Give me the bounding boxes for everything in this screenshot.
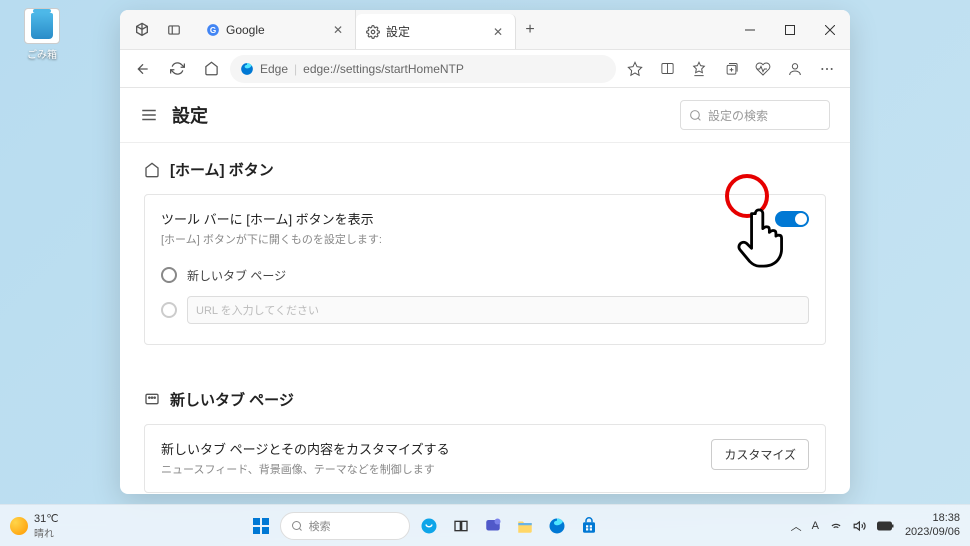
copilot-icon[interactable]: [416, 513, 442, 539]
weather-icon: [10, 517, 28, 535]
tab-google[interactable]: G Google ✕: [196, 10, 356, 49]
wifi-icon[interactable]: [829, 519, 843, 533]
taskbar: 31℃ 晴れ 検索 ︿ A 18:38 2023/09/06: [0, 504, 970, 546]
collections-button[interactable]: [716, 54, 746, 84]
radio-icon: [161, 302, 177, 318]
back-button[interactable]: [128, 54, 158, 84]
clock[interactable]: 18:38 2023/09/06: [905, 512, 960, 538]
show-home-button-toggle[interactable]: [775, 211, 809, 227]
newtab-icon: [144, 391, 160, 407]
volume-icon[interactable]: [853, 519, 867, 533]
weather-cond: 晴れ: [34, 525, 59, 540]
url-prefix: Edge: [260, 62, 288, 76]
task-view-icon[interactable]: [448, 513, 474, 539]
more-button[interactable]: [812, 54, 842, 84]
recycle-bin-icon: [24, 8, 60, 44]
home-button[interactable]: [196, 54, 226, 84]
google-favicon: G: [206, 23, 220, 37]
close-tab-icon[interactable]: ✕: [331, 23, 345, 37]
show-home-toggle-title: ツール バーに [ホーム] ボタンを表示: [161, 209, 763, 228]
settings-content: 設定 設定の検索 [ホーム] ボタン ツール バーに [ホーム] ボタンを表示 …: [120, 88, 850, 494]
split-screen-button[interactable]: [652, 54, 682, 84]
browser-window: G Google ✕ 設定 ✕ + Edge | edge://settings…: [120, 10, 850, 494]
favorite-button[interactable]: [620, 54, 650, 84]
settings-header: 設定 設定の検索: [120, 88, 850, 143]
ime-indicator[interactable]: A: [812, 520, 819, 532]
tab-title: Google: [226, 23, 325, 37]
favorites-list-button[interactable]: [684, 54, 714, 84]
customize-newtab-desc: ニュースフィード、背景画像、テーマなどを制御します: [161, 462, 699, 479]
settings-search-input[interactable]: 設定の検索: [680, 100, 830, 130]
customize-button[interactable]: カスタマイズ: [711, 439, 809, 470]
radio-new-tab-page[interactable]: 新しいタブ ページ: [161, 261, 809, 290]
weather-widget[interactable]: 31℃ 晴れ: [10, 512, 59, 540]
section-heading: 新しいタブ ページ: [170, 389, 294, 410]
explorer-icon[interactable]: [512, 513, 538, 539]
section-home-button: [ホーム] ボタン ツール バーに [ホーム] ボタンを表示 [ホーム] ボタン…: [120, 143, 850, 373]
minimize-button[interactable]: [730, 10, 770, 50]
start-button[interactable]: [248, 513, 274, 539]
tray-chevron-icon[interactable]: ︿: [791, 518, 802, 534]
tab-settings[interactable]: 設定 ✕: [356, 14, 516, 49]
battery-icon[interactable]: [877, 520, 895, 532]
search-icon: [291, 520, 303, 532]
gear-icon: [366, 25, 380, 39]
recycle-bin[interactable]: ごみ箱: [24, 8, 60, 61]
maximize-button[interactable]: [770, 10, 810, 50]
taskbar-search-input[interactable]: 検索: [280, 512, 410, 540]
tab-actions-icon[interactable]: [160, 16, 188, 44]
titlebar: G Google ✕ 設定 ✕ +: [120, 10, 850, 50]
svg-text:G: G: [210, 25, 216, 34]
tab-title: 設定: [386, 23, 485, 40]
section-new-tab-page: 新しいタブ ページ 新しいタブ ページとその内容をカスタマイズする ニュースフィ…: [120, 373, 850, 495]
new-tab-button[interactable]: +: [516, 10, 544, 49]
radio-custom-url[interactable]: URL を入力してください: [161, 290, 809, 330]
address-bar: Edge | edge://settings/startHomeNTP: [120, 50, 850, 88]
close-window-button[interactable]: [810, 10, 850, 50]
workspace-icon[interactable]: [128, 16, 156, 44]
home-icon: [144, 162, 160, 178]
customize-newtab-title: 新しいタブ ページとその内容をカスタマイズする: [161, 439, 699, 458]
weather-temp: 31℃: [34, 512, 59, 525]
close-tab-icon[interactable]: ✕: [491, 25, 505, 39]
page-title: 設定: [172, 102, 680, 128]
recycle-bin-label: ごみ箱: [24, 46, 60, 61]
home-url-input[interactable]: URL を入力してください: [187, 296, 809, 324]
section-heading: [ホーム] ボタン: [170, 159, 274, 180]
edge-taskbar-icon[interactable]: [544, 513, 570, 539]
browser-essentials-button[interactable]: [748, 54, 778, 84]
url-path: edge://settings/startHomeNTP: [303, 62, 464, 76]
edge-logo-icon: [240, 62, 254, 76]
url-field[interactable]: Edge | edge://settings/startHomeNTP: [230, 55, 616, 83]
store-icon[interactable]: [576, 513, 602, 539]
radio-icon: [161, 267, 177, 283]
profile-button[interactable]: [780, 54, 810, 84]
chat-icon[interactable]: [480, 513, 506, 539]
menu-icon[interactable]: [140, 106, 158, 124]
refresh-button[interactable]: [162, 54, 192, 84]
show-home-toggle-desc: [ホーム] ボタンが下に開くものを設定します:: [161, 232, 763, 249]
search-icon: [689, 109, 702, 122]
